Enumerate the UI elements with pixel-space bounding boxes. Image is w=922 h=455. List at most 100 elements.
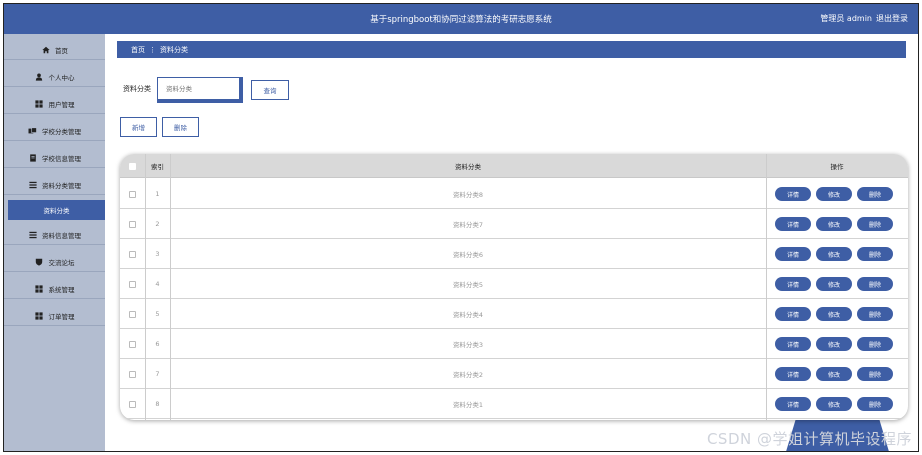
list-icon (28, 180, 37, 189)
row-index: 2 (155, 220, 160, 228)
sidebar-item-material-category-mgmt[interactable]: 资料分类管理 (4, 175, 105, 195)
row-delete-button[interactable]: 删除 (857, 187, 893, 201)
user-icon (35, 72, 44, 81)
query-button[interactable]: 查询 (251, 80, 289, 100)
table-row: 3 资料分类6 详情 修改 删除 (120, 239, 908, 269)
row-checkbox[interactable] (129, 370, 136, 378)
sidebar-item-label: 系统管理 (48, 285, 75, 294)
sidebar-item-home[interactable]: 首页 (4, 40, 105, 60)
grid-icon (35, 311, 44, 320)
row-category: 资料分类8 (452, 191, 484, 199)
row-select-cell (120, 299, 145, 329)
row-index: 4 (155, 280, 160, 288)
row-category: 资料分类5 (452, 281, 484, 289)
row-checkbox[interactable] (129, 220, 136, 228)
row-index: 6 (155, 340, 160, 348)
row-index: 5 (155, 310, 160, 318)
row-checkbox[interactable] (129, 250, 136, 258)
row-delete-button[interactable]: 删除 (857, 397, 893, 411)
sidebar-item-label: 首页 (55, 46, 68, 55)
row-index: 7 (155, 370, 160, 378)
sidebar-item-material-category[interactable]: 资料分类 (8, 200, 105, 220)
cards-icon (28, 126, 37, 135)
app-title: 基于springboot和协同过滤算法的考研志愿系统 (370, 15, 552, 25)
add-button[interactable]: 新增 (120, 117, 157, 137)
table-header: 索引 资料分类 操作 (120, 154, 908, 178)
column-header-index: 索引 (151, 163, 164, 171)
table-row: 7 资料分类2 详情 修改 删除 (120, 359, 908, 389)
sidebar-item-material-info[interactable]: 资料信息管理 (4, 225, 105, 245)
row-checkbox[interactable] (129, 340, 136, 348)
row-delete-button[interactable]: 删除 (857, 247, 893, 261)
column-divider (766, 154, 767, 420)
app-window: 基于springboot和协同过滤算法的考研志愿系统 管理员 admin 退出登… (3, 3, 919, 452)
user-role: 管理员 admin (820, 14, 872, 23)
main-content: 首页 ⋮ 资料分类 资料分类 查询 新增 删除 索引 资料分类 操作 1 资料分类… (105, 34, 918, 451)
sidebar-item-orders[interactable]: 订单管理 (4, 306, 105, 326)
sidebar-item-system[interactable]: 系统管理 (4, 279, 105, 299)
sidebar-item-school-info[interactable]: 学校信息管理 (4, 148, 105, 168)
sidebar-item-label: 订单管理 (48, 312, 75, 321)
detail-button[interactable]: 详情 (775, 397, 811, 411)
sidebar-item-label: 资料分类 (43, 207, 70, 215)
detail-button[interactable]: 详情 (775, 337, 811, 351)
edit-button[interactable]: 修改 (816, 367, 852, 381)
delete-selected-button[interactable]: 删除 (162, 117, 199, 137)
row-delete-button[interactable]: 删除 (857, 337, 893, 351)
sidebar-item-profile[interactable]: 个人中心 (4, 67, 105, 87)
sidebar-item-label: 学校分类管理 (42, 127, 81, 136)
breadcrumb-separator: ⋮ (149, 45, 156, 54)
row-delete-button[interactable]: 删除 (857, 367, 893, 381)
edit-button[interactable]: 修改 (816, 307, 852, 321)
column-divider (145, 154, 146, 420)
grid-icon (35, 99, 44, 108)
edit-button[interactable]: 修改 (816, 277, 852, 291)
column-header-category: 资料分类 (455, 163, 481, 171)
row-checkbox[interactable] (129, 400, 136, 408)
row-delete-button[interactable]: 删除 (857, 217, 893, 231)
detail-button[interactable]: 详情 (775, 247, 811, 261)
edit-button[interactable]: 修改 (816, 247, 852, 261)
row-select-cell (120, 329, 145, 359)
table-row: 6 资料分类3 详情 修改 删除 (120, 329, 908, 359)
select-all-checkbox[interactable] (129, 162, 136, 170)
row-index: 8 (155, 400, 160, 408)
edit-button[interactable]: 修改 (816, 217, 852, 231)
doc-icon (28, 153, 37, 162)
edit-button[interactable]: 修改 (816, 187, 852, 201)
detail-button[interactable]: 详情 (775, 217, 811, 231)
edit-button[interactable]: 修改 (816, 397, 852, 411)
sidebar-item-forum[interactable]: 交流论坛 (4, 252, 105, 272)
row-select-cell (120, 269, 145, 299)
sidebar: 首页 个人中心 用户管理 学校分类管理 学校信息管理 资料分类管理 资料分类 资… (4, 34, 105, 451)
column-divider (170, 154, 171, 420)
sidebar-item-school-category[interactable]: 学校分类管理 (4, 121, 105, 141)
row-delete-button[interactable]: 删除 (857, 277, 893, 291)
sidebar-item-label: 交流论坛 (48, 258, 75, 267)
detail-button[interactable]: 详情 (775, 187, 811, 201)
row-category: 资料分类1 (452, 401, 484, 409)
detail-button[interactable]: 详情 (775, 277, 811, 291)
search-input[interactable] (157, 77, 243, 103)
row-select-cell (120, 179, 145, 209)
sidebar-item-users[interactable]: 用户管理 (4, 94, 105, 114)
row-category: 资料分类3 (452, 341, 484, 349)
logout-link[interactable]: 退出登录 (876, 13, 908, 24)
row-checkbox[interactable] (129, 190, 136, 198)
table-row: 8 资料分类1 详情 修改 删除 (120, 389, 908, 419)
row-select-cell (120, 389, 145, 419)
row-index: 1 (155, 190, 160, 198)
row-checkbox[interactable] (129, 280, 136, 288)
row-checkbox[interactable] (129, 310, 136, 318)
row-category: 资料分类4 (452, 311, 484, 319)
user-area: 管理员 admin 退出登录 (820, 13, 908, 24)
edit-button[interactable]: 修改 (816, 337, 852, 351)
row-index: 3 (155, 250, 160, 258)
sidebar-item-label: 用户管理 (48, 100, 75, 109)
row-delete-button[interactable]: 删除 (857, 307, 893, 321)
detail-button[interactable]: 详情 (775, 367, 811, 381)
detail-button[interactable]: 详情 (775, 307, 811, 321)
search-label: 资料分类 (123, 85, 151, 93)
breadcrumb-home[interactable]: 首页 (131, 45, 145, 55)
row-select-cell (120, 359, 145, 389)
